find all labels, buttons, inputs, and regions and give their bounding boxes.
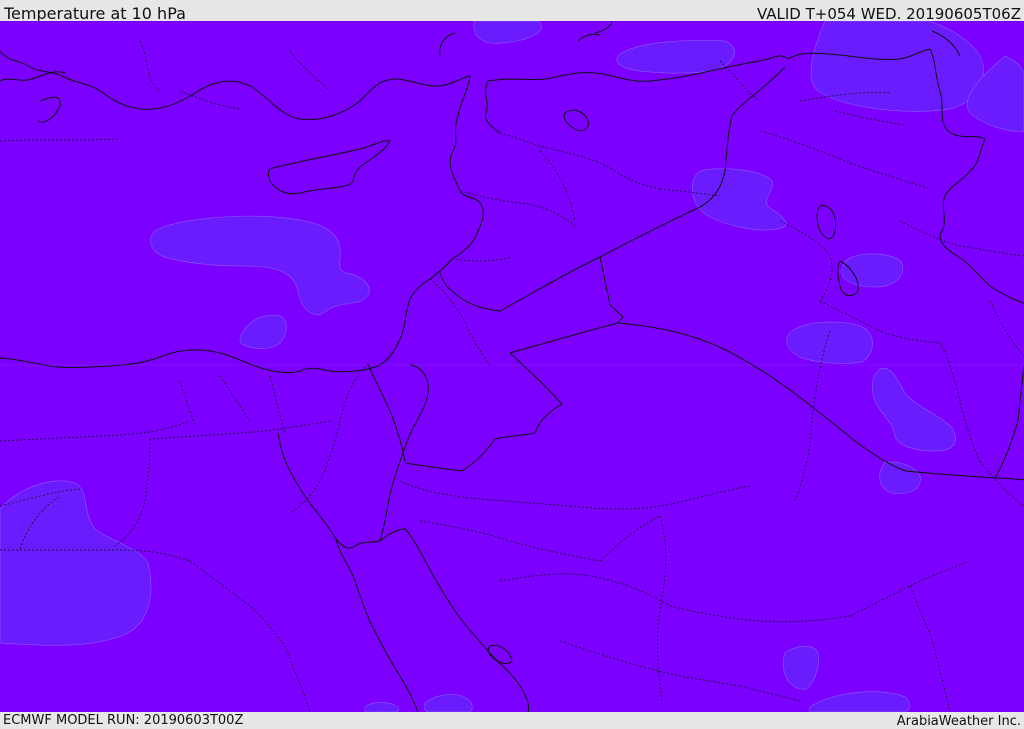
footer-bar: ECMWF MODEL RUN: 20190603T00Z ArabiaWeat… [0, 712, 1024, 729]
temperature-field-base [0, 21, 1024, 712]
map-canvas[interactable] [0, 21, 1024, 712]
model-run-label: ECMWF MODEL RUN: 20190603T00Z [3, 713, 244, 728]
map-panel[interactable] [0, 21, 1024, 712]
credit-label: ArabiaWeather Inc. [896, 714, 1021, 729]
header-bar: Temperature at 10 hPa VALID T+054 WED. 2… [0, 0, 1024, 23]
